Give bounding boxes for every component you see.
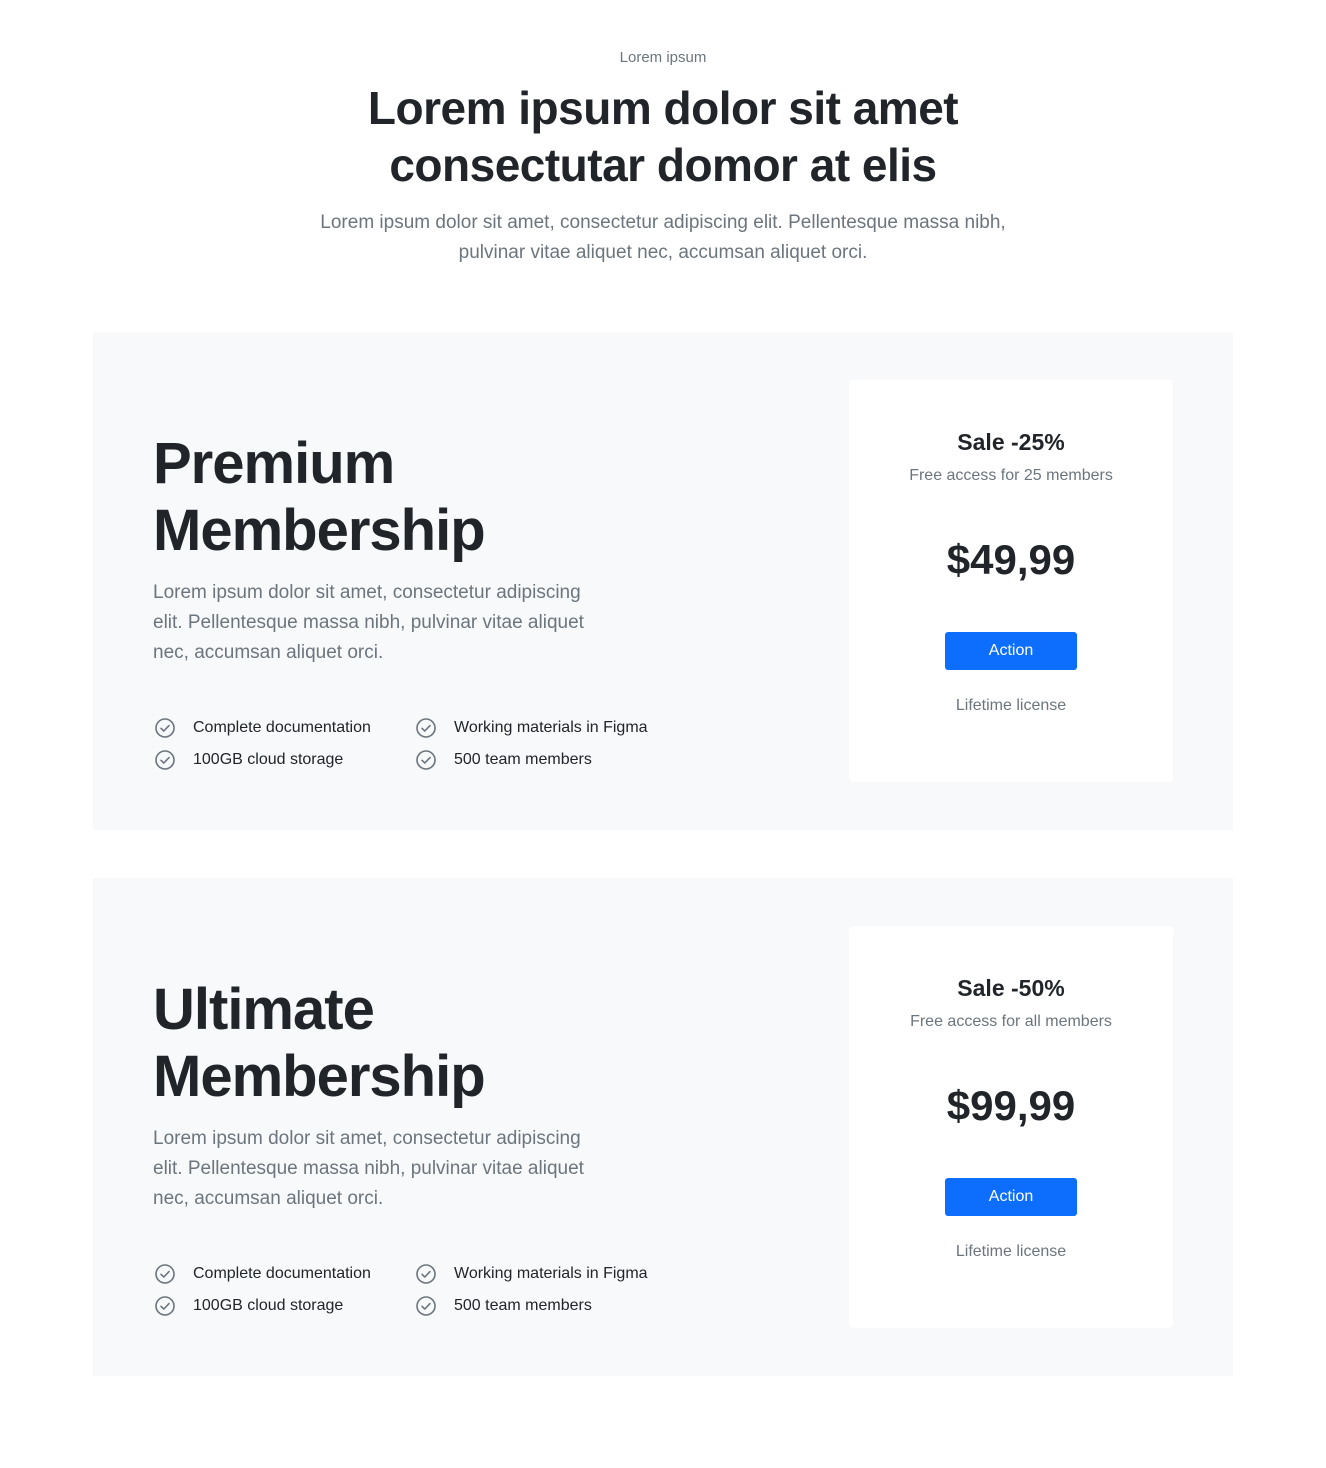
- feature-label: Complete documentation: [193, 1265, 371, 1282]
- feature-item: Complete documentation: [153, 716, 371, 740]
- plan-description: Lorem ipsum dolor sit amet, consectetur …: [153, 1124, 613, 1214]
- price-card: Sale -50% Free access for all members $9…: [849, 926, 1173, 1328]
- hero-title-line: Lorem ipsum dolor sit amet: [367, 82, 959, 134]
- feature-label: Complete documentation: [193, 719, 371, 736]
- feature-label: 100GB cloud storage: [193, 751, 344, 768]
- plan-ultimate: Ultimate Membership Lorem ipsum dolor si…: [93, 878, 1233, 1376]
- hero-subtitle-line: pulvinar vitae aliquet nec, accumsan ali…: [458, 242, 868, 263]
- plan-description-line: nec, accumsan aliquet orci.: [153, 642, 384, 663]
- price-value: $49,99: [946, 536, 1076, 583]
- license-text: Lifetime license: [955, 697, 1067, 714]
- feature-label: Working materials in Figma: [454, 1265, 648, 1282]
- feature-label: 500 team members: [454, 1297, 592, 1314]
- check-circle-icon: [414, 716, 438, 740]
- plan-title-line: Premium: [153, 431, 395, 496]
- hero-subtitle-line: Lorem ipsum dolor sit amet, consectetur …: [320, 212, 1006, 233]
- feature-item: Complete documentation: [153, 1262, 371, 1286]
- plan-description: Lorem ipsum dolor sit amet, consectetur …: [153, 578, 613, 668]
- check-circle-icon: [414, 1262, 438, 1286]
- plan-title: Ultimate Membership: [153, 976, 713, 1110]
- plan-description-line: elit. Pellentesque massa nibh, pulvinar …: [153, 612, 584, 633]
- check-circle-icon: [153, 716, 177, 740]
- feature-item: 100GB cloud storage: [153, 748, 343, 772]
- access-text: Free access for 25 members: [909, 467, 1113, 484]
- hero-subtitle: Lorem ipsum dolor sit amet, consectetur …: [313, 208, 1013, 268]
- feature-item: Working materials in Figma: [414, 1262, 648, 1286]
- plan-description-line: nec, accumsan aliquet orci.: [153, 1188, 384, 1209]
- sale-label: Sale -25%: [957, 429, 1065, 455]
- check-circle-icon: [414, 1294, 438, 1318]
- sale-label: Sale -50%: [957, 975, 1065, 1001]
- feature-item: 100GB cloud storage: [153, 1294, 343, 1318]
- plan-title-line: Membership: [153, 1044, 486, 1109]
- feature-label: Working materials in Figma: [454, 719, 648, 736]
- hero-eyebrow: Lorem ipsum: [619, 49, 707, 66]
- action-button[interactable]: Action: [945, 1178, 1077, 1216]
- license-text: Lifetime license: [955, 1243, 1067, 1260]
- plan-description-line: Lorem ipsum dolor sit amet, consectetur …: [153, 1128, 581, 1149]
- check-circle-icon: [153, 1262, 177, 1286]
- feature-item: 500 team members: [414, 1294, 592, 1318]
- price-value: $99,99: [946, 1082, 1076, 1129]
- plan-title-line: Ultimate: [153, 977, 375, 1042]
- plan-description-line: Lorem ipsum dolor sit amet, consectetur …: [153, 582, 581, 603]
- feature-item: 500 team members: [414, 748, 592, 772]
- check-circle-icon: [153, 1294, 177, 1318]
- plan-title: Premium Membership: [153, 430, 713, 564]
- check-circle-icon: [153, 748, 177, 772]
- hero-title: Lorem ipsum dolor sit amet consectutar d…: [0, 80, 1326, 194]
- plan-premium: Premium Membership Lorem ipsum dolor sit…: [93, 332, 1233, 830]
- feature-label: 500 team members: [454, 751, 592, 768]
- plan-title-line: Membership: [153, 498, 486, 563]
- price-card: Sale -25% Free access for 25 members $49…: [849, 380, 1173, 782]
- feature-item: Working materials in Figma: [414, 716, 648, 740]
- check-circle-icon: [414, 748, 438, 772]
- hero-title-line: consectutar domor at elis: [389, 139, 937, 191]
- feature-label: 100GB cloud storage: [193, 1297, 344, 1314]
- access-text: Free access for all members: [910, 1013, 1112, 1030]
- pricing-page: Lorem ipsum Lorem ipsum dolor sit amet c…: [0, 0, 1326, 1468]
- plan-description-line: elit. Pellentesque massa nibh, pulvinar …: [153, 1158, 584, 1179]
- action-button[interactable]: Action: [945, 632, 1077, 670]
